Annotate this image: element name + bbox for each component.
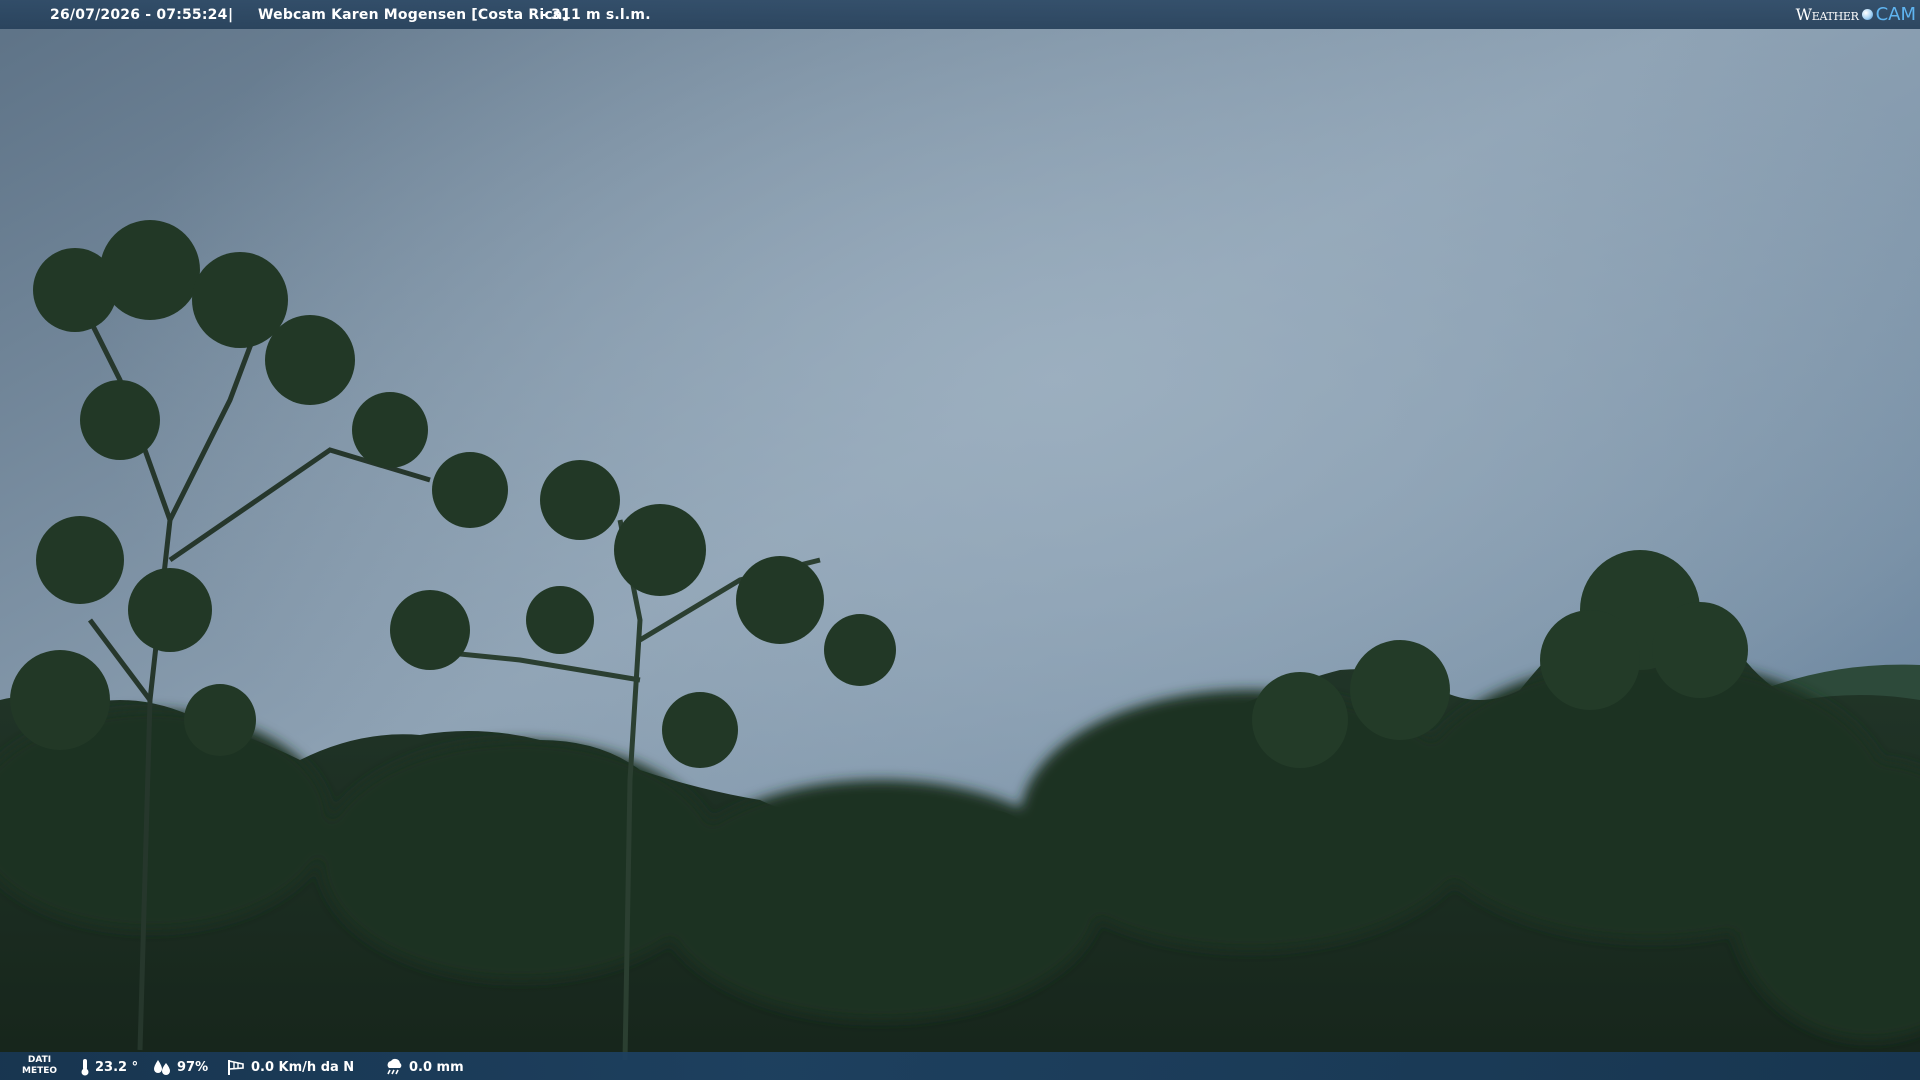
globe-icon bbox=[1861, 8, 1873, 20]
temperature-readout: 23.2 ° bbox=[80, 1058, 138, 1076]
thermometer-icon bbox=[81, 1059, 89, 1076]
rain-cloud-icon bbox=[387, 1058, 402, 1075]
weathercam-logo: Weather CAM bbox=[1796, 3, 1916, 25]
header-bar: 26/07/2026 - 07:55:24 | Webcam Karen Mog… bbox=[0, 0, 1920, 29]
capture-timestamp: 26/07/2026 - 07:55:24 bbox=[50, 7, 228, 23]
weather-data-bar: DATI METEO 23.2 ° 97% 0.0 Km/h da N 0.0 … bbox=[0, 1052, 1920, 1080]
logo-word: Weather bbox=[1795, 4, 1859, 24]
humidity-drops-icon bbox=[154, 1060, 170, 1075]
wind-readout: 0.0 Km/h da N bbox=[226, 1058, 354, 1076]
webcam-altitude: - 311 m s.l.m. bbox=[540, 7, 651, 23]
humidity-readout: 97% bbox=[152, 1058, 208, 1076]
rain-value: 0.0 mm bbox=[409, 1059, 464, 1075]
windsock-icon bbox=[228, 1060, 244, 1075]
rain-readout: 0.0 mm bbox=[384, 1058, 464, 1076]
webcam-title: Webcam Karen Mogensen [Costa Rica] bbox=[258, 7, 570, 23]
webcam-image bbox=[0, 0, 1920, 1080]
humidity-value: 97% bbox=[177, 1059, 209, 1075]
header-separator: | bbox=[228, 7, 234, 23]
temperature-value: 23.2 ° bbox=[95, 1059, 139, 1075]
wind-value: 0.0 Km/h da N bbox=[251, 1059, 355, 1075]
logo-mark: CAM bbox=[1875, 3, 1916, 25]
weather-section-label: DATI METEO bbox=[22, 1055, 58, 1076]
webcam-frame: 26/07/2026 - 07:55:24 | Webcam Karen Mog… bbox=[0, 0, 1920, 1080]
